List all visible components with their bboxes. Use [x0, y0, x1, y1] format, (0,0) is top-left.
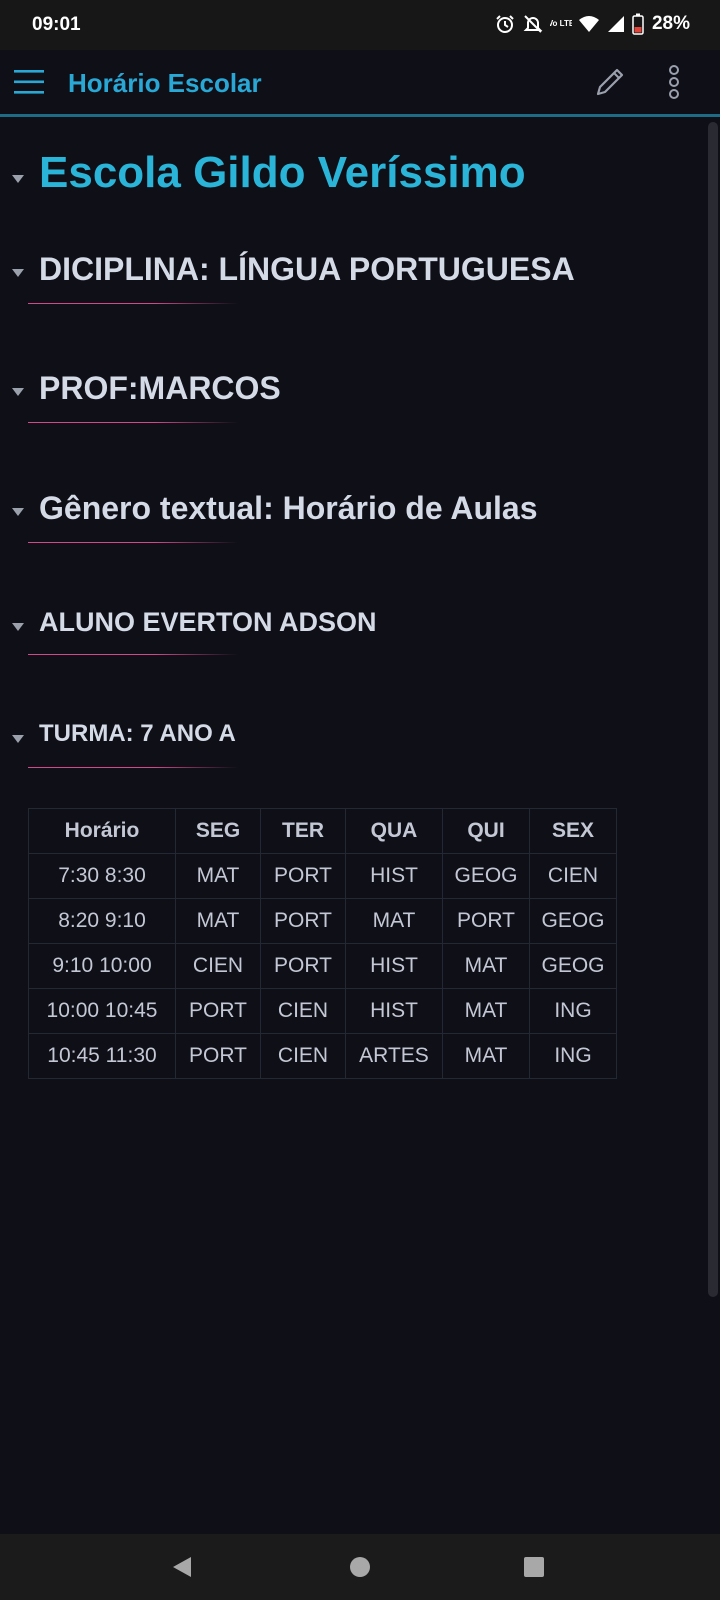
student-heading: ALUNO EVERTON ADSON [39, 607, 377, 637]
collapse-caret-icon[interactable] [12, 508, 24, 516]
table-cell: ING [529, 1033, 617, 1079]
title-section: Escola Gildo Veríssimo [0, 132, 700, 197]
status-icons: Vo LTE 28% [494, 13, 690, 35]
menu-button[interactable] [14, 68, 46, 96]
table-cell: MAT [175, 853, 261, 899]
table-cell: PORT [175, 988, 261, 1034]
collapse-caret-icon[interactable] [12, 735, 24, 743]
heading-underline [28, 654, 238, 655]
class-section: TURMA: 7 ANO A [0, 717, 700, 777]
more-vertical-icon [669, 65, 679, 99]
table-cell: HIST [345, 853, 443, 899]
table-cell: ING [529, 988, 617, 1034]
table-cell: 8:20 9:10 [28, 898, 176, 944]
table-cell: 9:10 10:00 [28, 943, 176, 989]
system-nav-bar [0, 1534, 720, 1600]
more-options-button[interactable] [660, 64, 688, 100]
header-cell: TER [260, 808, 346, 854]
table-cell: PORT [260, 853, 346, 899]
home-button[interactable] [348, 1555, 372, 1584]
back-button[interactable] [171, 1555, 193, 1584]
table-cell: GEOG [529, 943, 617, 989]
recents-square-icon [524, 1557, 544, 1577]
table-cell: MAT [345, 898, 443, 944]
table-row: 10:45 11:30 PORT CIEN ARTES MAT ING [28, 1033, 617, 1079]
edit-button[interactable] [592, 64, 628, 100]
heading-underline [28, 422, 238, 423]
genre-heading: Gênero textual: Horário de Aulas [39, 490, 538, 526]
heading-underline [28, 542, 238, 543]
status-bar: 09:01 Vo LTE 28% [0, 0, 720, 50]
table-cell: GEOG [442, 853, 530, 899]
table-cell: CIEN [175, 943, 261, 989]
battery-low-icon [632, 13, 644, 35]
table-cell: MAT [175, 898, 261, 944]
table-cell: 7:30 8:30 [28, 853, 176, 899]
header-cell: QUA [345, 808, 443, 854]
school-title: Escola Gildo Veríssimo [39, 148, 526, 197]
table-cell: PORT [175, 1033, 261, 1079]
collapse-caret-icon[interactable] [12, 269, 24, 277]
wifi-icon [578, 14, 600, 34]
professor-section: PROF:MARCOS [0, 362, 700, 432]
table-cell: MAT [442, 988, 530, 1034]
status-time: 09:01 [32, 14, 81, 35]
table-cell: GEOG [529, 898, 617, 944]
table-cell: ARTES [345, 1033, 443, 1079]
header-cell: SEG [175, 808, 261, 854]
schedule-table: Horário SEG TER QUA QUI SEX 7:30 8:30 MA… [28, 808, 617, 1079]
table-row: 8:20 9:10 MAT PORT MAT PORT GEOG [28, 898, 617, 944]
table-cell: HIST [345, 943, 443, 989]
app-bar: Horário Escolar [0, 50, 720, 117]
scrollbar[interactable] [708, 122, 718, 1297]
table-cell: PORT [442, 898, 530, 944]
table-cell: 10:45 11:30 [28, 1033, 176, 1079]
collapse-caret-icon[interactable] [12, 388, 24, 396]
class-heading: TURMA: 7 ANO A [39, 720, 236, 747]
signal-icon [606, 14, 626, 34]
professor-heading: PROF:MARCOS [39, 370, 281, 406]
table-cell: PORT [260, 898, 346, 944]
heading-underline [28, 303, 238, 304]
table-cell: MAT [442, 943, 530, 989]
volte-icon: Vo LTE [550, 13, 572, 35]
home-circle-icon [350, 1557, 370, 1577]
volte-label: Vo LTE [550, 19, 572, 28]
table-cell: CIEN [260, 988, 346, 1034]
table-cell: CIEN [260, 1033, 346, 1079]
table-cell: CIEN [529, 853, 617, 899]
table-cell: HIST [345, 988, 443, 1034]
table-cell: MAT [442, 1033, 530, 1079]
notifications-off-icon [522, 13, 544, 35]
back-triangle-icon [173, 1557, 191, 1577]
collapse-caret-icon[interactable] [12, 175, 24, 183]
table-row: 10:00 10:45 PORT CIEN HIST MAT ING [28, 988, 617, 1034]
menu-icon [14, 70, 44, 94]
table-row: 9:10 10:00 CIEN PORT HIST MAT GEOG [28, 943, 617, 989]
header-cell: Horário [28, 808, 176, 854]
table-cell: PORT [260, 943, 346, 989]
table-row: 7:30 8:30 MAT PORT HIST GEOG CIEN [28, 853, 617, 899]
table-header-row: Horário SEG TER QUA QUI SEX [28, 808, 617, 854]
table-cell: 10:00 10:45 [28, 988, 176, 1034]
edit-pencil-icon [596, 68, 624, 96]
header-cell: QUI [442, 808, 530, 854]
app-title: Horário Escolar [68, 68, 262, 98]
alarm-icon [494, 13, 516, 35]
heading-underline [28, 767, 238, 768]
recents-button[interactable] [522, 1555, 546, 1584]
genre-section: Gênero textual: Horário de Aulas [0, 482, 700, 552]
student-section: ALUNO EVERTON ADSON [0, 602, 700, 662]
header-cell: SEX [529, 808, 617, 854]
discipline-section: DICIPLINA: LÍNGUA PORTUGUESA [0, 242, 700, 312]
collapse-caret-icon[interactable] [12, 623, 24, 631]
battery-percent: 28% [651, 13, 690, 34]
discipline-heading: DICIPLINA: LÍNGUA PORTUGUESA [39, 251, 575, 287]
